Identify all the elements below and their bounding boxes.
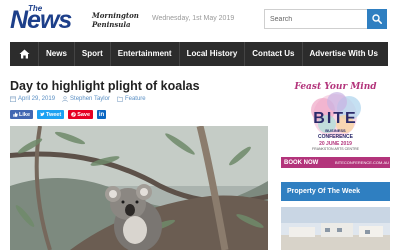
article-title: Day to highlight plight of koalas — [10, 79, 200, 93]
twitter-bird-icon — [40, 112, 45, 117]
facebook-like-button[interactable]: Like — [10, 110, 34, 119]
current-date: Wednesday, 1st May 2019 — [152, 15, 235, 22]
nav-item-contact-us[interactable]: Contact Us — [245, 42, 301, 66]
bite-conference-ad[interactable]: Feast Your Mind BITE BUSINESS CONFERENCE… — [281, 78, 390, 170]
article-meta: April 29, 2019 Stephen Taylor Feature — [10, 96, 153, 102]
home-icon — [19, 49, 29, 59]
main-nav: News Sport Entertainment Local History C… — [10, 42, 388, 66]
ad-url: BITECONFERENCE.COM.AU — [335, 160, 390, 165]
property-image[interactable] — [281, 207, 390, 250]
thumbs-up-icon — [13, 112, 18, 117]
search-icon — [372, 14, 382, 24]
tweet-label: Tweet — [46, 111, 62, 118]
ad-line-venue: FRANKSTON ARTS CENTRE — [312, 147, 359, 151]
property-photo — [281, 207, 390, 250]
search-button[interactable] — [367, 9, 387, 29]
share-bar: Like Tweet Save in — [10, 110, 107, 119]
calendar-icon — [10, 96, 16, 102]
property-of-the-week-heading: Property Of The Week — [281, 182, 390, 201]
search-input[interactable] — [264, 9, 367, 29]
pinterest-save-button[interactable]: Save — [68, 110, 94, 119]
article-author-text: Stephen Taylor — [70, 96, 110, 102]
user-icon — [62, 96, 68, 102]
site-header: The News Mornington Peninsula Wednesday,… — [0, 0, 400, 40]
ad-line-conference: CONFERENCE — [317, 134, 353, 140]
ad-brand: BITE — [313, 110, 358, 127]
logo-news-text: News — [10, 6, 72, 34]
linkedin-share-button[interactable]: in — [97, 110, 107, 119]
site-logo[interactable]: The News Mornington Peninsula — [10, 4, 142, 38]
ad-cta-bar: BOOK NOW BITECONFERENCE.COM.AU — [281, 157, 390, 168]
ad-line-business: BUSINESS — [325, 128, 346, 133]
nav-item-local-history[interactable]: Local History — [180, 42, 245, 66]
article-date-text: April 29, 2019 — [18, 96, 56, 102]
nav-item-sport[interactable]: Sport — [75, 42, 110, 66]
article-author[interactable]: Stephen Taylor — [62, 96, 110, 102]
linkedin-icon: in — [98, 111, 105, 118]
like-label: Like — [19, 111, 31, 118]
logo-region-text: Mornington Peninsula — [92, 11, 139, 29]
nav-item-advertise[interactable]: Advertise With Us — [303, 42, 385, 66]
save-label: Save — [77, 111, 91, 118]
article-date: April 29, 2019 — [10, 96, 55, 102]
ad-tagline: Feast Your Mind — [294, 82, 377, 92]
article-category[interactable]: Feature — [116, 96, 146, 102]
ad-book-now: BOOK NOW — [284, 159, 319, 166]
koala-photo — [10, 126, 268, 250]
article-image — [10, 126, 268, 250]
tweet-button[interactable]: Tweet — [37, 110, 65, 119]
nav-item-entertainment[interactable]: Entertainment — [111, 42, 179, 66]
folder-icon — [116, 96, 123, 102]
pinterest-icon — [71, 112, 77, 117]
nav-home[interactable] — [10, 42, 38, 66]
nav-item-news[interactable]: News — [39, 42, 74, 66]
article-category-text: Feature — [124, 96, 146, 102]
